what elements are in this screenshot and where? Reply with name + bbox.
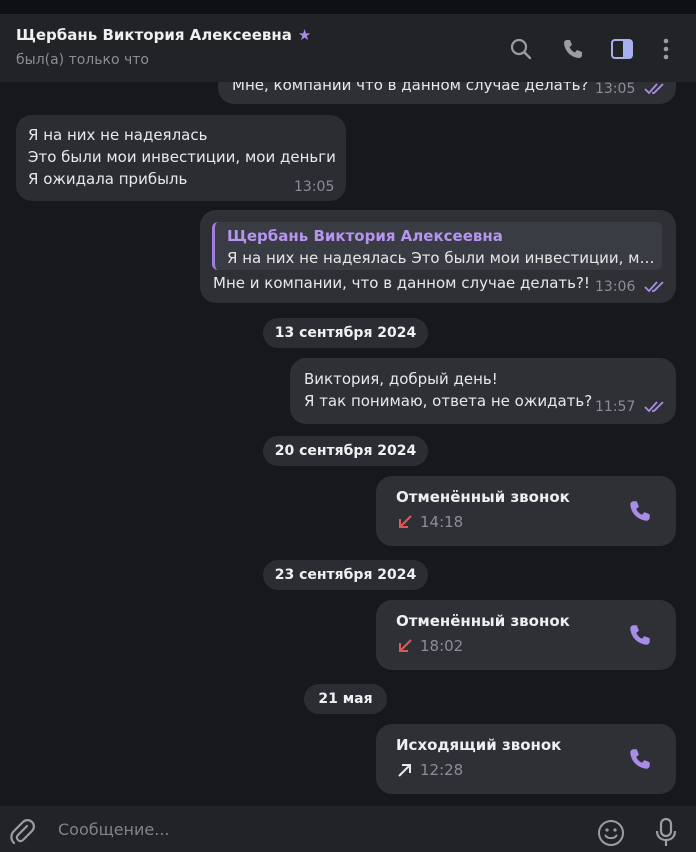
call-back-phone-icon[interactable]	[626, 621, 654, 649]
missed-call-arrow-icon	[399, 515, 412, 528]
call-time: 14:18	[420, 513, 464, 531]
message-line: Это были мои инвестиции, мои деньги	[28, 148, 336, 166]
reply-quote[interactable]: Щербань Виктория Алексеевна Я на них не …	[212, 222, 662, 270]
call-time: 12:28	[420, 761, 464, 779]
paperclip-icon[interactable]	[10, 818, 38, 846]
message-list[interactable]: Мне, компании что в данном случае делать…	[0, 82, 696, 806]
call-bubble-1[interactable]: Отменённый звонок 14:18	[376, 476, 676, 546]
contact-name-text: Щербань Виктория Алексеевна	[16, 26, 292, 44]
outgoing-call-arrow-icon	[398, 764, 411, 777]
emoji-icon[interactable]	[596, 818, 626, 848]
message-line: Я ожидала прибыль	[28, 170, 188, 188]
call-bubble-2[interactable]: Отменённый звонок 18:02	[376, 600, 676, 670]
read-checks-icon	[644, 401, 664, 413]
message-line: Виктория, добрый день!	[304, 370, 498, 388]
chat-header[interactable]: Щербань Виктория Алексеевна ★ был(а) толь…	[0, 14, 696, 82]
phone-icon[interactable]	[560, 36, 586, 62]
message-time: 13:05	[294, 179, 335, 195]
message-time: 11:57	[595, 399, 636, 415]
star-icon: ★	[297, 26, 312, 44]
call-title: Исходящий звонок	[396, 736, 562, 754]
message-time: 13:06	[595, 279, 636, 295]
microphone-icon[interactable]	[652, 816, 680, 848]
message-text: Мне и компании, что в данном случае дела…	[213, 274, 590, 292]
read-checks-icon	[644, 281, 664, 293]
message-out-2[interactable]: Щербань Виктория Алексеевна Я на них не …	[200, 210, 676, 303]
message-text: Мне, компании что в данном случае делать…	[232, 82, 589, 94]
search-icon[interactable]	[508, 36, 534, 62]
message-out-1[interactable]: Мне, компании что в данном случае делать…	[218, 82, 676, 104]
sidebar-toggle-icon[interactable]	[609, 36, 635, 62]
read-checks-icon	[644, 83, 664, 95]
window-top-strip	[0, 0, 696, 14]
contact-status: был(а) только что	[16, 52, 149, 68]
message-in-1[interactable]: Я на них не надеялась Это были мои инвес…	[16, 115, 346, 201]
date-separator: 20 сентября 2024	[263, 436, 428, 466]
more-vertical-icon[interactable]	[653, 36, 679, 62]
call-back-phone-icon[interactable]	[626, 497, 654, 525]
date-separator: 13 сентября 2024	[263, 318, 428, 348]
message-line: Я на них не надеялась	[28, 126, 208, 144]
message-composer[interactable]	[0, 806, 696, 852]
reply-text: Я на них не надеялась Это были мои инвес…	[227, 249, 657, 267]
message-time: 13:05	[595, 82, 636, 97]
missed-call-arrow-icon	[399, 639, 412, 652]
call-title: Отменённый звонок	[396, 612, 570, 630]
message-line: Я так понимаю, ответа не ожидать?	[304, 392, 593, 410]
call-title: Отменённый звонок	[396, 488, 570, 506]
call-bubble-3[interactable]: Исходящий звонок 12:28	[376, 724, 676, 794]
contact-name[interactable]: Щербань Виктория Алексеевна ★	[16, 26, 311, 44]
date-separator: 23 сентября 2024	[263, 560, 428, 590]
date-separator: 21 мая	[304, 684, 387, 714]
message-out-3[interactable]: Виктория, добрый день! Я так понимаю, от…	[290, 358, 676, 424]
reply-author: Щербань Виктория Алексеевна	[227, 227, 503, 245]
call-time: 18:02	[420, 637, 464, 655]
call-back-phone-icon[interactable]	[626, 745, 654, 773]
message-input[interactable]	[58, 816, 558, 842]
